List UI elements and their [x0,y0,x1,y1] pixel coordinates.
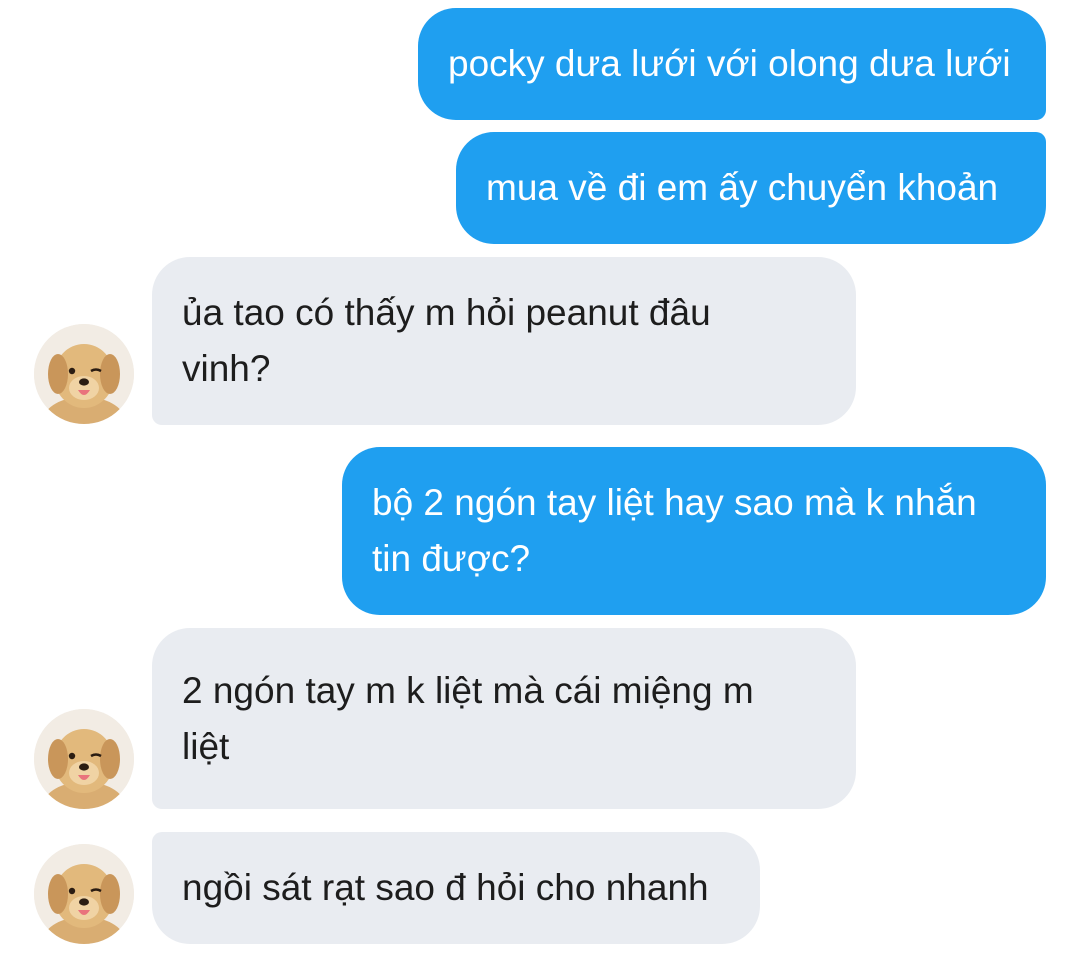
message-bubble-received[interactable]: 2 ngón tay m k liệt mà cái miệng m liệt [152,628,856,809]
dog-avatar-icon [34,844,134,944]
message-bubble-received[interactable]: ngồi sát rạt sao đ hỏi cho nhanh [152,832,760,944]
message-bubble-sent[interactable]: pocky dưa lưới với olong dưa lưới [418,8,1046,120]
message-bubble-sent[interactable]: mua về đi em ấy chuyển khoản [456,132,1046,244]
message-bubble-sent[interactable]: bộ 2 ngón tay liệt hay sao mà k nhắn tin… [342,447,1046,615]
message-text: ủa tao có thấy m hỏi peanut đâu vinh? [182,292,711,389]
message-bubble-received[interactable]: ủa tao có thấy m hỏi peanut đâu vinh? [152,257,856,425]
message-text: ngồi sát rạt sao đ hỏi cho nhanh [182,867,709,908]
contact-avatar[interactable] [34,709,134,809]
contact-avatar[interactable] [34,844,134,944]
contact-avatar[interactable] [34,324,134,424]
message-text: 2 ngón tay m k liệt mà cái miệng m liệt [182,669,754,767]
message-text: mua về đi em ấy chuyển khoản [486,167,999,208]
chat-thread: pocky dưa lưới với olong dưa lưới mua về… [0,0,1080,961]
message-text: bộ 2 ngón tay liệt hay sao mà k nhắn tin… [372,482,977,579]
dog-avatar-icon [34,324,134,424]
message-text: pocky dưa lưới với olong dưa lưới [448,43,1011,84]
dog-avatar-icon [34,709,134,809]
